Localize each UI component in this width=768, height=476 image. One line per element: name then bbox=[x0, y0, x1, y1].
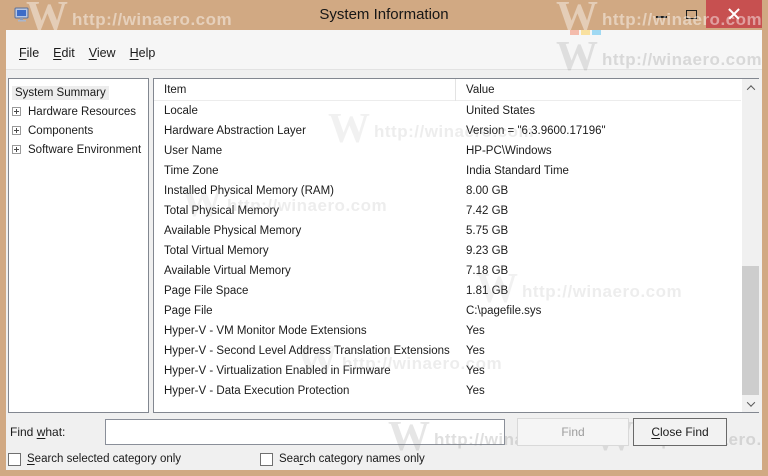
close-icon bbox=[728, 8, 740, 20]
item-cell: Locale bbox=[164, 105, 198, 117]
menu-item[interactable]: View bbox=[82, 44, 123, 62]
scroll-up-button[interactable] bbox=[742, 79, 759, 96]
table-row[interactable]: Total Physical Memory 7.42 GB bbox=[154, 201, 758, 221]
item-cell: Time Zone bbox=[164, 165, 219, 177]
expand-plus-icon[interactable] bbox=[12, 126, 21, 135]
value-cell: Version = "6.3.9600.17196" bbox=[466, 125, 606, 137]
item-cell: Hardware Abstraction Layer bbox=[164, 125, 306, 137]
table-row[interactable]: Available Physical Memory 5.75 GB bbox=[154, 221, 758, 241]
close-button[interactable] bbox=[706, 0, 762, 28]
details-table[interactable]: Item Value Locale United States Hardware… bbox=[153, 78, 759, 413]
search-category-names-checkbox[interactable]: Search category names only bbox=[260, 451, 425, 467]
table-row[interactable]: Hyper-V - Data Execution Protection Yes bbox=[154, 381, 758, 401]
close-find-button[interactable]: Close Find bbox=[633, 418, 727, 446]
minimize-button[interactable] bbox=[646, 0, 676, 28]
window-controls bbox=[646, 0, 762, 28]
value-cell: Yes bbox=[466, 365, 485, 377]
expand-plus-icon[interactable] bbox=[12, 145, 21, 154]
tree-item[interactable]: System Summary bbox=[9, 83, 148, 102]
minimize-icon bbox=[655, 16, 667, 18]
item-cell: Available Physical Memory bbox=[164, 225, 302, 237]
scroll-down-button[interactable] bbox=[742, 395, 759, 412]
item-cell: User Name bbox=[164, 145, 223, 157]
table-row[interactable]: User Name HP-PC\Windows bbox=[154, 141, 758, 161]
table-row[interactable]: Time Zone India Standard Time bbox=[154, 161, 758, 181]
title-bar[interactable]: W http://winaero.com W http://winaero.co… bbox=[0, 0, 768, 30]
value-cell: 9.23 GB bbox=[466, 245, 509, 257]
value-cell: Yes bbox=[466, 325, 485, 337]
table-row[interactable]: Page File C:\pagefile.sys bbox=[154, 301, 758, 321]
search-selected-category-checkbox[interactable]: Search selected category only bbox=[8, 451, 181, 467]
chevron-down-icon bbox=[746, 397, 755, 407]
tree-item-label: Hardware Resources bbox=[28, 105, 137, 118]
menu-item[interactable]: Help bbox=[123, 44, 163, 62]
value-cell: 7.42 GB bbox=[466, 205, 509, 217]
maximize-icon bbox=[685, 9, 697, 19]
table-row[interactable]: Hyper-V - VM Monitor Mode Extensions Yes bbox=[154, 321, 758, 341]
item-cell: Hyper-V - Second Level Address Translati… bbox=[164, 345, 450, 357]
find-button[interactable]: Find bbox=[517, 418, 629, 446]
value-cell: C:\pagefile.sys bbox=[466, 305, 542, 317]
value-cell: 5.75 GB bbox=[466, 225, 509, 237]
tree-item-label: Software Environment bbox=[28, 143, 142, 156]
tree-item[interactable]: Hardware Resources bbox=[9, 102, 148, 121]
item-cell: Hyper-V - Data Execution Protection bbox=[164, 385, 350, 397]
item-cell: Total Physical Memory bbox=[164, 205, 280, 217]
menu-item[interactable]: File bbox=[12, 44, 46, 62]
client-area: File Edit View Help W http://winaero.com… bbox=[6, 30, 762, 470]
item-cell: Hyper-V - VM Monitor Mode Extensions bbox=[164, 325, 367, 337]
item-cell: Page File bbox=[164, 305, 213, 317]
value-cell: 8.00 GB bbox=[466, 185, 509, 197]
table-row[interactable]: Hyper-V - Second Level Address Translati… bbox=[154, 341, 758, 361]
menu-item[interactable]: Edit bbox=[46, 44, 82, 62]
table-row[interactable]: Installed Physical Memory (RAM) 8.00 GB bbox=[154, 181, 758, 201]
checkbox-label: Search selected category only bbox=[27, 453, 182, 465]
value-cell: HP-PC\Windows bbox=[466, 145, 552, 157]
scrollbar-thumb[interactable] bbox=[742, 266, 759, 395]
chevron-up-icon bbox=[746, 84, 755, 94]
table-row[interactable]: Available Virtual Memory 7.18 GB bbox=[154, 261, 758, 281]
value-cell: India Standard Time bbox=[466, 165, 569, 177]
tree-item-label: Components bbox=[28, 124, 94, 137]
checkbox-label: Search category names only bbox=[279, 453, 425, 465]
scrollbar-track[interactable] bbox=[742, 96, 759, 395]
column-header-value[interactable]: Value bbox=[456, 84, 741, 96]
find-input[interactable] bbox=[105, 419, 505, 445]
value-cell: 7.18 GB bbox=[466, 265, 509, 277]
value-cell: Yes bbox=[466, 345, 485, 357]
tree-item[interactable]: Software Environment bbox=[9, 140, 148, 159]
tree-item[interactable]: Components bbox=[9, 121, 148, 140]
maximize-button[interactable] bbox=[676, 0, 706, 28]
tree-item-label: System Summary bbox=[12, 85, 109, 100]
item-cell: Hyper-V - Virtualization Enabled in Firm… bbox=[164, 365, 391, 377]
value-cell: Yes bbox=[466, 385, 485, 397]
table-row[interactable]: Hardware Abstraction Layer Version = "6.… bbox=[154, 121, 758, 141]
system-information-window: W http://winaero.com W http://winaero.co… bbox=[0, 0, 768, 476]
category-tree[interactable]: System Summary Hardware Resources Compon… bbox=[8, 78, 149, 413]
table-header: Item Value bbox=[154, 79, 741, 101]
column-header-item[interactable]: Item bbox=[164, 79, 456, 101]
item-cell: Available Virtual Memory bbox=[164, 265, 291, 277]
checkbox-icon[interactable] bbox=[8, 452, 21, 466]
find-what-label: Find what: bbox=[10, 425, 66, 439]
value-cell: 1.81 GB bbox=[466, 285, 509, 297]
table-row[interactable]: Total Virtual Memory 9.23 GB bbox=[154, 241, 758, 261]
item-cell: Total Virtual Memory bbox=[164, 245, 269, 257]
expand-plus-icon[interactable] bbox=[12, 107, 21, 116]
item-cell: Installed Physical Memory (RAM) bbox=[164, 185, 334, 197]
vertical-scrollbar[interactable] bbox=[742, 79, 759, 412]
item-cell: Page File Space bbox=[164, 285, 249, 297]
table-row[interactable]: Hyper-V - Virtualization Enabled in Firm… bbox=[154, 361, 758, 381]
value-cell: United States bbox=[466, 105, 536, 117]
checkbox-icon[interactable] bbox=[260, 452, 273, 466]
table-row[interactable]: Page File Space 1.81 GB bbox=[154, 281, 758, 301]
table-row[interactable]: Locale United States bbox=[154, 101, 758, 121]
menu-bar: File Edit View Help bbox=[6, 30, 762, 70]
